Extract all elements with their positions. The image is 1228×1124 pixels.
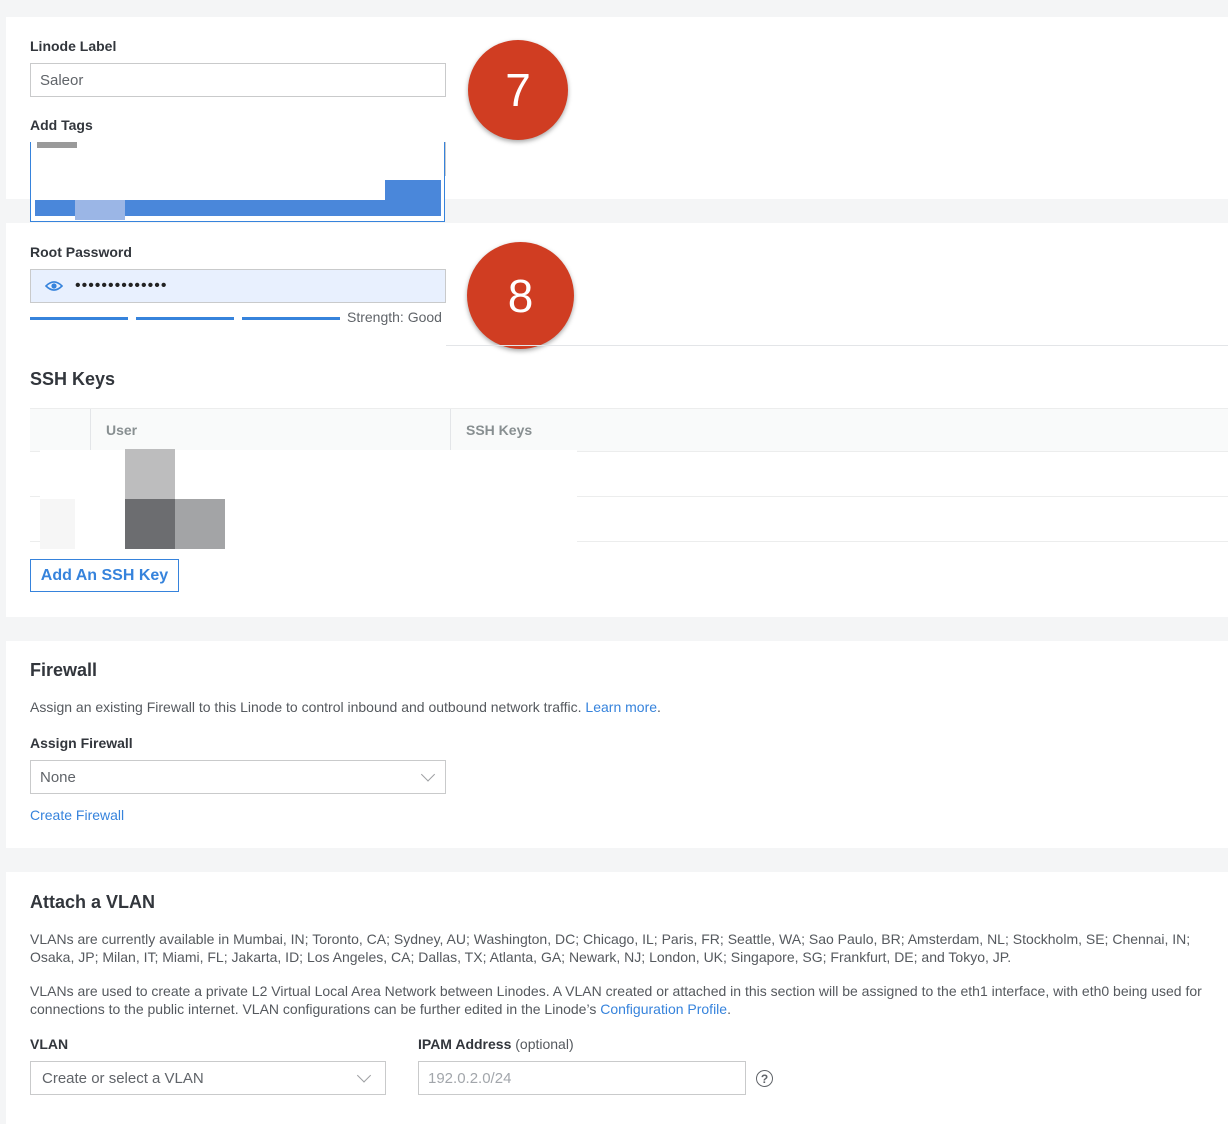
create-firewall-link[interactable]: Create Firewall <box>30 807 124 823</box>
firewall-description: Assign an existing Firewall to this Lino… <box>30 699 661 715</box>
assign-firewall-select[interactable]: None <box>30 760 446 794</box>
eye-icon[interactable] <box>45 280 63 292</box>
divider <box>90 409 91 453</box>
divider <box>446 345 1228 346</box>
redacted-block <box>35 180 385 200</box>
vlan-field-title: VLAN <box>30 1036 69 1052</box>
divider <box>450 409 451 453</box>
step-badge-8: 8 <box>467 242 574 349</box>
chevron-down-icon <box>420 767 436 782</box>
learn-more-link[interactable]: Learn more <box>585 699 657 715</box>
strength-bar-3 <box>242 317 340 320</box>
vlan-select[interactable]: Create or select a VLAN <box>30 1061 386 1095</box>
firewall-panel <box>6 641 1228 848</box>
help-icon[interactable]: ? <box>756 1070 773 1087</box>
redacted-block <box>175 499 225 549</box>
firewall-description-text: Assign an existing Firewall to this Lino… <box>30 699 582 715</box>
ipam-optional-text: (optional) <box>515 1036 574 1052</box>
ipam-address-input[interactable] <box>418 1061 746 1095</box>
linode-label-title: Linode Label <box>30 38 117 54</box>
add-ssh-key-button[interactable]: Add An SSH Key <box>30 559 179 592</box>
strength-bar-2 <box>136 317 234 320</box>
root-password-input[interactable]: •••••••••••••• <box>30 269 446 303</box>
assign-firewall-title: Assign Firewall <box>30 735 133 751</box>
password-strength-text: Strength: Good <box>347 309 442 325</box>
chevron-down-icon <box>356 1068 372 1083</box>
configuration-profile-link[interactable]: Configuration Profile <box>600 1001 727 1017</box>
strength-bar-1 <box>30 317 128 320</box>
linode-label-input[interactable]: Saleor <box>30 63 446 97</box>
redacted-block <box>125 499 175 549</box>
linode-label-value: Saleor <box>40 71 84 89</box>
ipam-label-text: IPAM Address <box>418 1036 512 1052</box>
redacted-block <box>75 200 125 220</box>
ssh-column-user[interactable]: User <box>106 422 137 438</box>
vlan-select-placeholder: Create or select a VLAN <box>42 1069 204 1087</box>
ssh-keys-table-header: User SSH Keys <box>30 408 1228 453</box>
vlan-availability-text: VLANs are currently available in Mumbai,… <box>30 931 1191 965</box>
assign-firewall-value: None <box>40 768 76 786</box>
ipam-field-title: IPAM Address (optional) <box>418 1036 574 1052</box>
root-password-value: •••••••••••••• <box>75 277 168 294</box>
redacted-block <box>40 450 577 548</box>
vlan-description: VLANs are used to create a private L2 Vi… <box>30 983 1202 1017</box>
ssh-keys-title: SSH Keys <box>30 369 116 389</box>
step-badge-7: 7 <box>468 40 568 140</box>
add-tags-title: Add Tags <box>30 117 93 133</box>
firewall-title: Firewall <box>30 660 98 680</box>
redacted-block <box>40 499 75 549</box>
ssh-column-keys[interactable]: SSH Keys <box>466 422 532 438</box>
root-password-title: Root Password <box>30 244 132 260</box>
redacted-block <box>125 449 175 499</box>
tags-dropdown-menu[interactable] <box>30 142 445 222</box>
redacted-block <box>37 142 77 148</box>
vlan-title: Attach a VLAN <box>30 892 156 912</box>
redacted-block <box>31 142 385 176</box>
